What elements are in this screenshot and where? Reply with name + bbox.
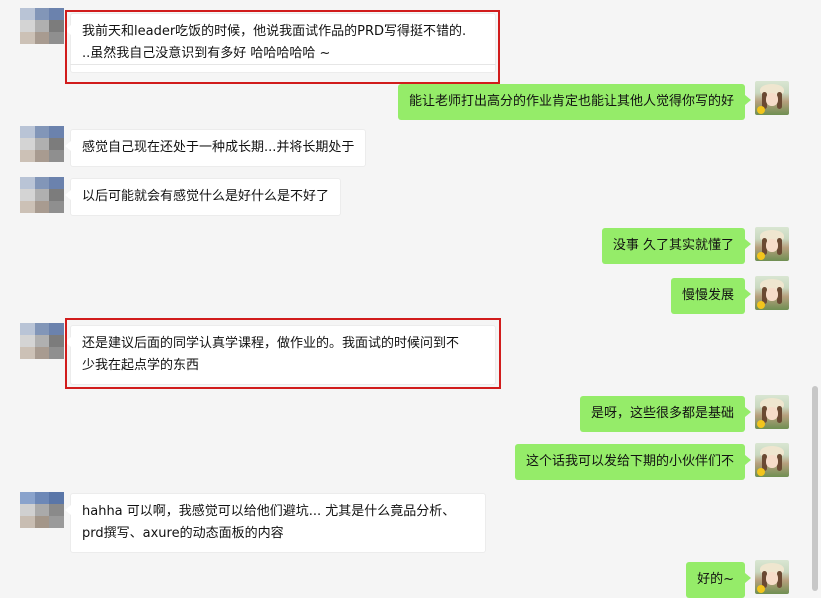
message-bubble[interactable]: 能让老师打出高分的作业肯定也能让其他人觉得你写的好 <box>397 84 752 120</box>
contact-avatar-icon[interactable] <box>20 323 64 359</box>
message-text: 没事 久了其实就懂了 <box>612 238 734 253</box>
message-bubble[interactable]: 感觉自己现在还处于一种成长期...并将长期处于 <box>64 129 367 167</box>
chat-window: 我前天和leader吃饭的时候，他说我面试作品的PRD写得挺不错的. ..虽然我… <box>0 0 821 598</box>
message-text: 好的~ <box>697 572 734 587</box>
self-avatar-icon[interactable] <box>755 81 789 115</box>
message-bubble[interactable]: 好的~ <box>686 562 751 598</box>
message-bubble[interactable]: 没事 久了其实就懂了 <box>601 228 752 264</box>
message-text: prd撰写、axure的动态面板的内容 <box>82 526 284 541</box>
contact-avatar-icon[interactable] <box>20 8 64 44</box>
message-bubble[interactable]: hahha 可以啊，我感觉可以给他们避坑... 尤其是什么竟品分析、 prd撰写… <box>65 493 486 553</box>
contact-avatar-icon[interactable] <box>20 126 64 162</box>
message-bubble[interactable]: 以后可能就会有感觉什么是好什么是不好了 <box>64 178 342 216</box>
self-avatar-icon[interactable] <box>755 395 789 429</box>
message-bubble[interactable]: 慢慢发展 <box>670 278 752 314</box>
message-text: 是呀，这些很多都是基础 <box>590 406 734 421</box>
message-bubble[interactable]: 这个话我可以发给下期的小伙伴们不 <box>514 444 752 480</box>
highlight-box <box>65 318 501 389</box>
contact-avatar-icon[interactable] <box>20 177 64 213</box>
contact-avatar-icon[interactable] <box>20 492 64 528</box>
highlight-box <box>65 10 500 84</box>
message-text: 感觉自己现在还处于一种成长期...并将长期处于 <box>82 140 355 155</box>
scrollbar-thumb[interactable] <box>812 386 818 591</box>
self-avatar-icon[interactable] <box>755 227 789 261</box>
message-text: hahha 可以啊，我感觉可以给他们避坑... 尤其是什么竟品分析、 <box>82 504 456 519</box>
scrollbar[interactable] <box>809 0 821 591</box>
self-avatar-icon[interactable] <box>755 443 789 477</box>
self-avatar-icon[interactable] <box>755 560 789 594</box>
message-text: 这个话我可以发给下期的小伙伴们不 <box>525 454 734 469</box>
message-text: 慢慢发展 <box>681 288 734 303</box>
self-avatar-icon[interactable] <box>755 276 789 310</box>
message-text: 能让老师打出高分的作业肯定也能让其他人觉得你写的好 <box>408 94 734 109</box>
message-bubble[interactable]: 是呀，这些很多都是基础 <box>579 396 752 432</box>
message-text: 以后可能就会有感觉什么是好什么是不好了 <box>82 189 330 204</box>
